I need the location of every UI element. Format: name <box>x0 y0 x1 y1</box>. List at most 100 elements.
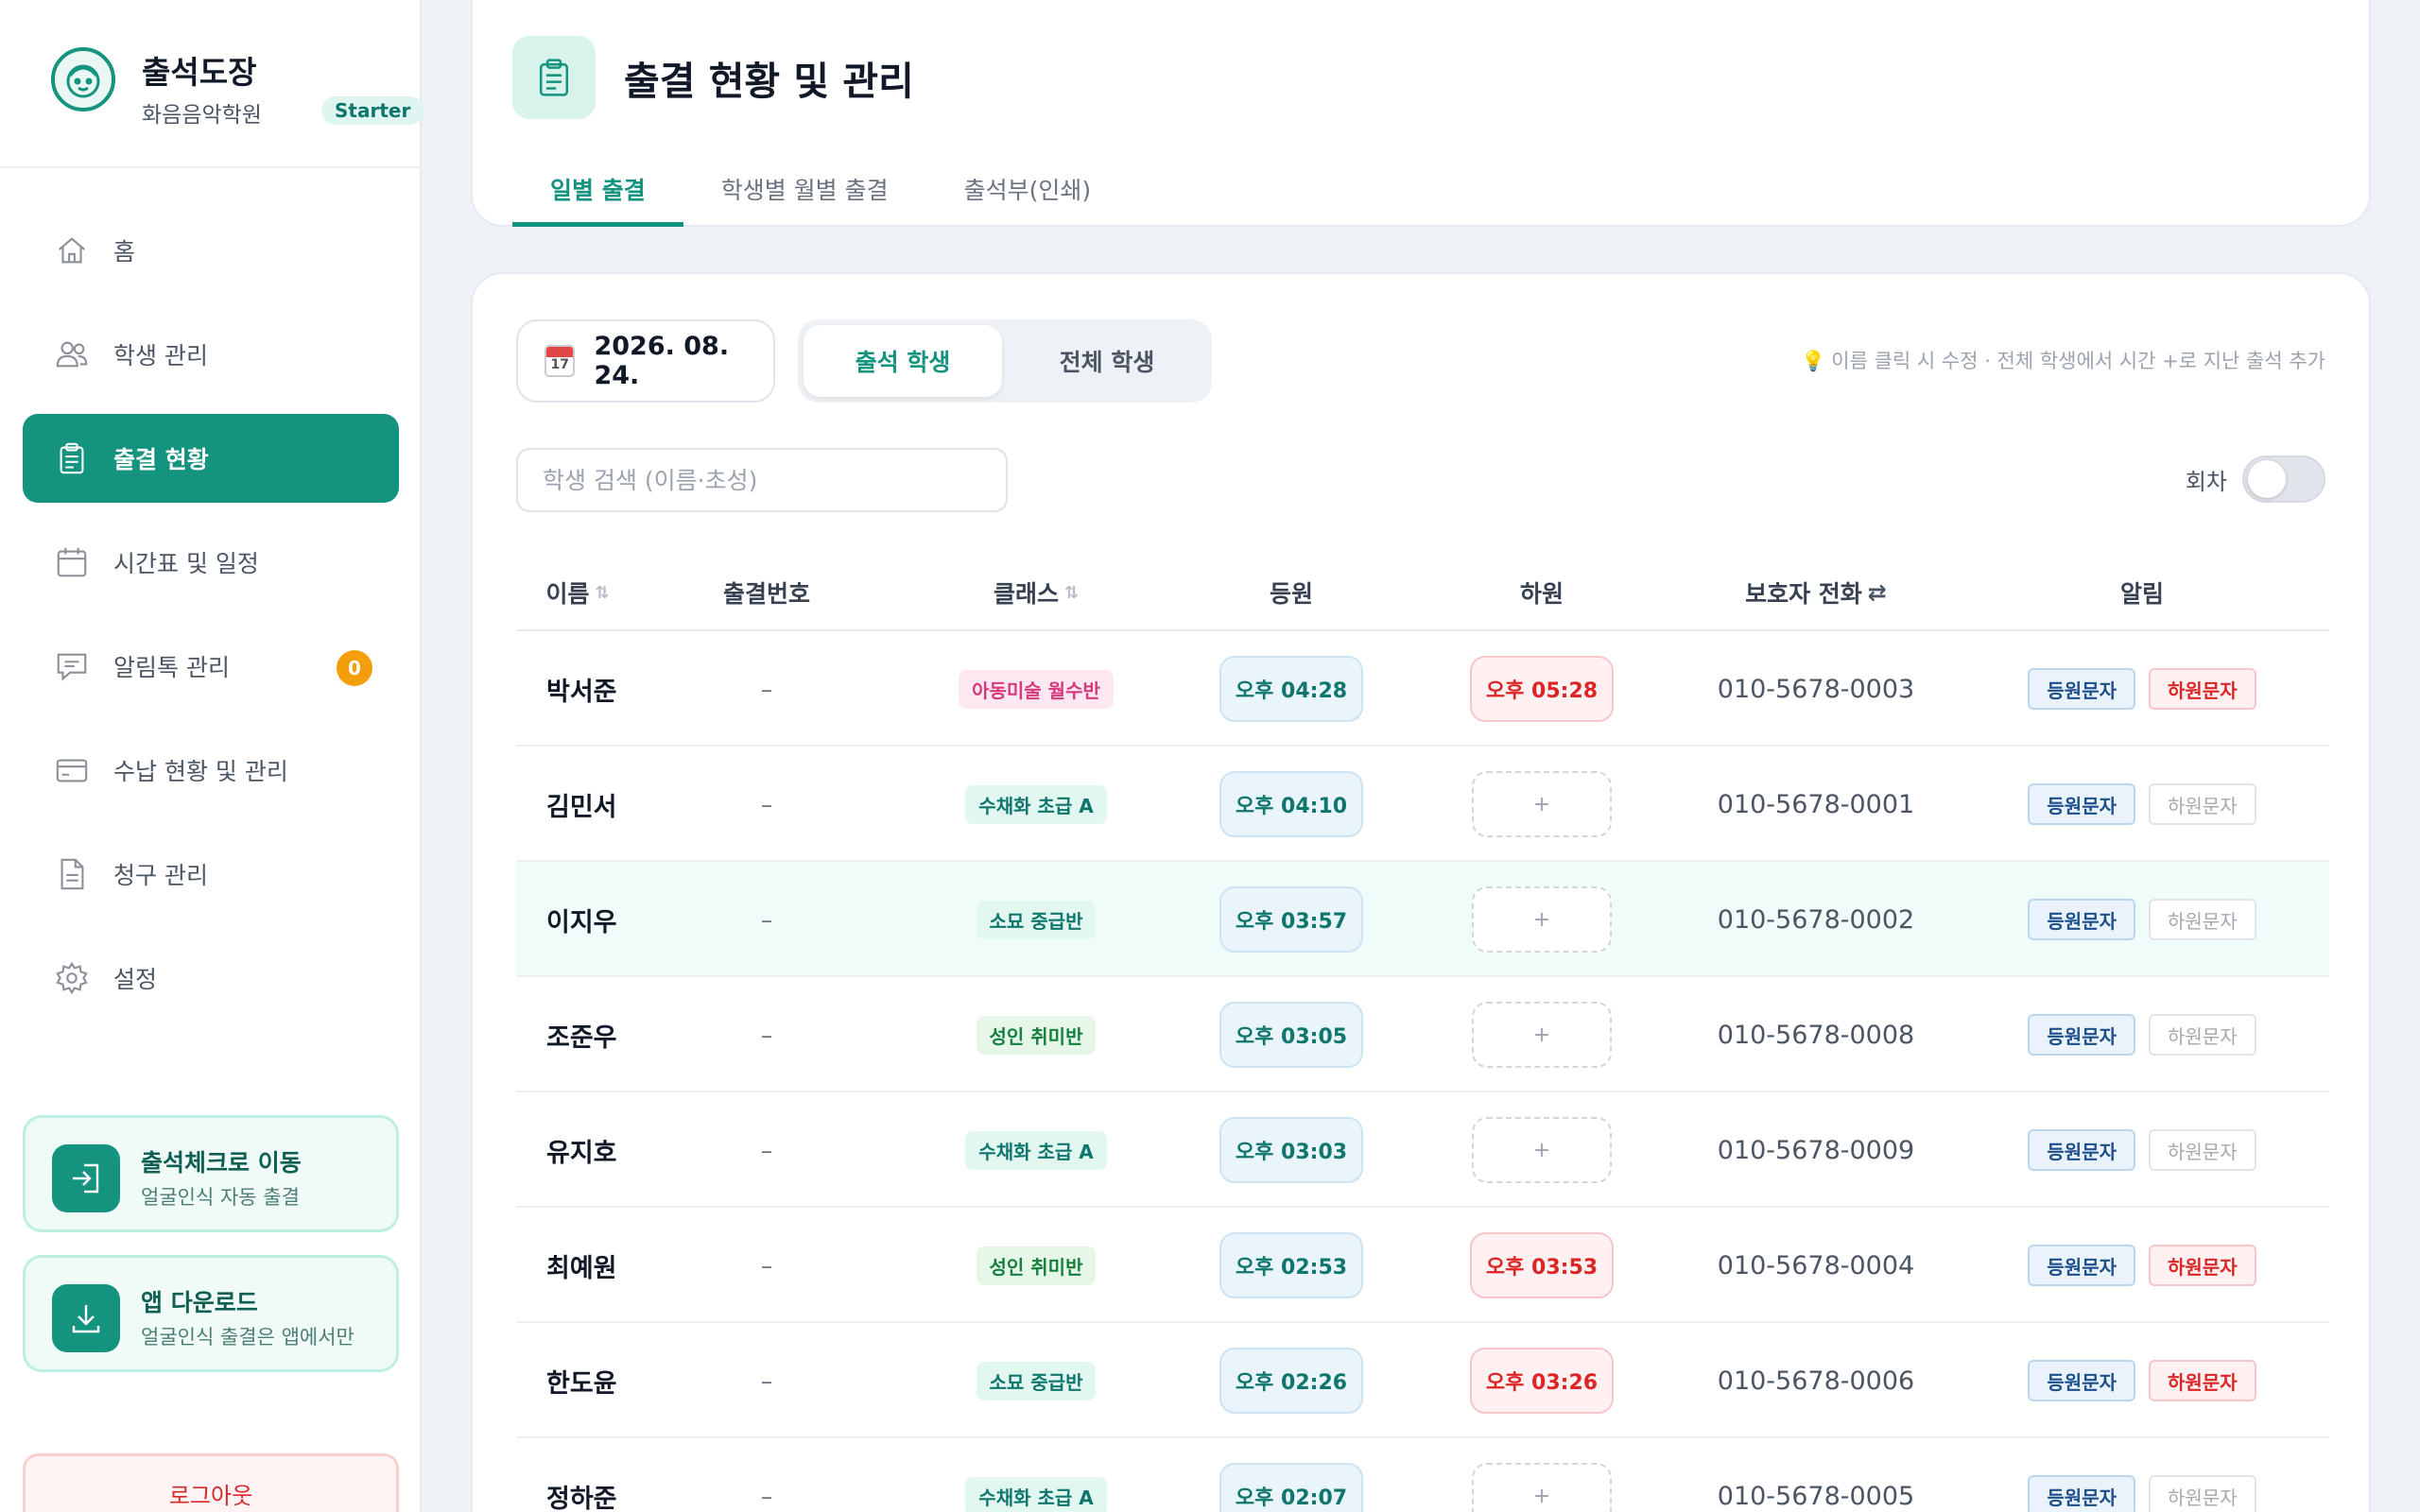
checkout-cell: 오후 03:53 <box>1438 1208 1646 1323</box>
home-icon <box>53 232 91 269</box>
round-toggle[interactable] <box>2242 455 2325 503</box>
date-picker[interactable]: 17 2026. 08. 24. <box>516 319 775 403</box>
checkout-cell: + <box>1438 1438 1646 1512</box>
sidebar-item-payments[interactable]: 수납 현황 및 관리 <box>23 726 399 815</box>
checkin-message-button[interactable]: 등원문자 <box>2028 783 2135 825</box>
calendar-icon <box>53 543 91 581</box>
student-name[interactable]: 최예원 <box>516 1208 705 1323</box>
class-chip: 수채화 초급 A <box>965 1130 1107 1170</box>
checkin-message-button[interactable]: 등원문자 <box>2028 899 2135 940</box>
checkout-message-button[interactable]: 하원문자 <box>2149 1360 2256 1401</box>
guardian-phone: 010-5678-0004 <box>1717 1250 1915 1280</box>
tab-daily[interactable]: 일별 출결 <box>512 163 683 227</box>
segment-attended-students[interactable]: 출석 학생 <box>804 325 1002 397</box>
document-icon <box>53 855 91 893</box>
table-row: 박서준 – 아동미술 월수반 오후 04:28 오후 05:28 010-5678-000… <box>516 631 2329 747</box>
sidebar-item-billing[interactable]: 청구 관리 <box>23 830 399 919</box>
checkin-message-button[interactable]: 등원문자 <box>2028 668 2135 710</box>
login-icon <box>52 1144 120 1212</box>
student-search-input[interactable] <box>516 448 1008 512</box>
checkin-time-button[interactable]: 오후 03:57 <box>1219 886 1363 953</box>
student-name[interactable]: 조준우 <box>516 977 705 1092</box>
checkin-cell: 오후 03:57 <box>1187 862 1395 977</box>
class-cell: 아동미술 월수반 <box>913 631 1159 747</box>
column-header-class[interactable]: 클래스 ⇅ <box>913 554 1159 631</box>
notification-badge: 0 <box>337 650 372 686</box>
sidebar-item-home[interactable]: 홈 <box>23 206 399 295</box>
sidebar-item-alimtalk[interactable]: 알림톡 관리 0 <box>23 622 399 711</box>
student-name[interactable]: 정하준 <box>516 1438 705 1512</box>
checkout-message-button[interactable]: 하원문자 <box>2149 783 2256 825</box>
checkin-time-button[interactable]: 오후 03:05 <box>1219 1002 1363 1068</box>
sidebar-item-label: 학생 관리 <box>113 342 208 369</box>
tab-print-register[interactable]: 출석부(인쇄) <box>926 163 1130 227</box>
add-checkout-button[interactable]: + <box>1472 1117 1612 1183</box>
attendance-table: 이름 ⇅ 출결번호 클래스 ⇅ 등원 하원 보호자 전화 ⇄ 알림 박서준 – 아동미술 … <box>516 554 2329 1512</box>
class-chip: 성인 취미반 <box>976 1246 1097 1285</box>
add-checkout-button[interactable]: + <box>1472 1002 1612 1068</box>
checkin-message-button[interactable]: 등원문자 <box>2028 1129 2135 1171</box>
page-title: 출결 현황 및 관리 <box>624 59 914 104</box>
class-chip: 소묘 중급반 <box>976 900 1097 939</box>
checkout-message-button[interactable]: 하원문자 <box>2149 668 2256 710</box>
checkin-message-button[interactable]: 등원문자 <box>2028 1245 2135 1286</box>
add-checkout-button[interactable]: + <box>1472 886 1612 953</box>
promo-subtitle: 얼굴인식 자동 출결 <box>141 1186 300 1209</box>
segment-all-students[interactable]: 전체 학생 <box>1008 325 1206 397</box>
guardian-phone: 010-5678-0006 <box>1717 1366 1915 1396</box>
sidebar-item-label: 출결 현황 <box>113 446 209 473</box>
checkout-message-button[interactable]: 하원문자 <box>2149 899 2256 940</box>
sidebar-item-attendance[interactable]: 출결 현황 <box>23 414 399 503</box>
checkin-cell: 오후 04:10 <box>1187 747 1395 862</box>
student-name[interactable]: 김민서 <box>516 747 705 862</box>
alert-cell: 등원문자 하원문자 <box>1991 1092 2293 1208</box>
column-header-checkin: 등원 <box>1269 580 1313 608</box>
checkin-time-button[interactable]: 오후 02:26 <box>1219 1348 1363 1414</box>
checkin-cell: 오후 02:53 <box>1187 1208 1395 1323</box>
add-checkout-button[interactable]: + <box>1472 771 1612 837</box>
checkout-time-button[interactable]: 오후 03:26 <box>1470 1348 1614 1414</box>
sidebar-item-schedule[interactable]: 시간표 및 일정 <box>23 518 399 607</box>
sidebar-item-students[interactable]: 학생 관리 <box>23 310 399 399</box>
checkout-message-button[interactable]: 하원문자 <box>2149 1129 2256 1171</box>
checkin-time-button[interactable]: 오후 02:07 <box>1219 1463 1363 1512</box>
class-cell: 수채화 초급 A <box>913 747 1159 862</box>
sidebar-item-settings[interactable]: 설정 <box>23 934 399 1022</box>
table-header: 이름 ⇅ 출결번호 클래스 ⇅ 등원 하원 보호자 전화 ⇄ 알림 <box>516 554 2329 631</box>
column-header-phone[interactable]: 보호자 전화 ⇄ <box>1674 554 1958 631</box>
student-name[interactable]: 이지우 <box>516 862 705 977</box>
checkout-message-button[interactable]: 하원문자 <box>2149 1245 2256 1286</box>
checkin-time-button[interactable]: 오후 04:28 <box>1219 656 1363 722</box>
tab-student-monthly[interactable]: 학생별 월별 출결 <box>683 163 926 227</box>
column-header-name[interactable]: 이름 ⇅ <box>516 554 639 631</box>
student-name[interactable]: 박서준 <box>516 631 705 747</box>
attendance-panel: 17 2026. 08. 24. 출석 학생 전체 학생 💡 이름 클릭 시 수정… <box>471 272 2371 1512</box>
checkin-message-button[interactable]: 등원문자 <box>2028 1014 2135 1056</box>
student-name[interactable]: 유지호 <box>516 1092 705 1208</box>
table-row: 한도윤 – 소묘 중급반 오후 02:26 오후 03:26 010-5678-0006 등… <box>516 1323 2329 1438</box>
class-cell: 수채화 초급 A <box>913 1438 1159 1512</box>
go-to-checkin-button[interactable]: 출석체크로 이동 얼굴인식 자동 출결 <box>23 1115 399 1232</box>
guardian-phone: 010-5678-0002 <box>1717 904 1915 935</box>
app-download-button[interactable]: 앱 다운로드 얼굴인식 출결은 앱에서만 <box>23 1255 399 1372</box>
checkout-message-button[interactable]: 하원문자 <box>2149 1014 2256 1056</box>
student-filter-segment: 출석 학생 전체 학생 <box>798 319 1212 403</box>
checkin-time-button[interactable]: 오후 04:10 <box>1219 771 1363 837</box>
student-name[interactable]: 한도윤 <box>516 1323 705 1438</box>
checkout-time-button[interactable]: 오후 05:28 <box>1470 656 1614 722</box>
promo-subtitle: 얼굴인식 출결은 앱에서만 <box>141 1326 354 1349</box>
attendance-number: – <box>760 675 773 703</box>
checkout-cell: + <box>1438 862 1646 977</box>
brand[interactable]: 출석도장 화음음악학원 Starter <box>51 47 424 132</box>
checkin-time-button[interactable]: 오후 03:03 <box>1219 1117 1363 1183</box>
sort-icon: ⇅ <box>1063 582 1080 603</box>
checkin-message-button[interactable]: 등원문자 <box>2028 1475 2135 1512</box>
chat-icon <box>53 647 91 685</box>
checkout-time-button[interactable]: 오후 03:53 <box>1470 1232 1614 1298</box>
checkin-time-button[interactable]: 오후 02:53 <box>1219 1232 1363 1298</box>
logout-button[interactable]: 로그아웃 <box>23 1453 399 1512</box>
checkout-message-button[interactable]: 하원문자 <box>2149 1475 2256 1512</box>
plan-badge: Starter <box>321 96 424 125</box>
add-checkout-button[interactable]: + <box>1472 1463 1612 1512</box>
checkin-message-button[interactable]: 등원문자 <box>2028 1360 2135 1401</box>
